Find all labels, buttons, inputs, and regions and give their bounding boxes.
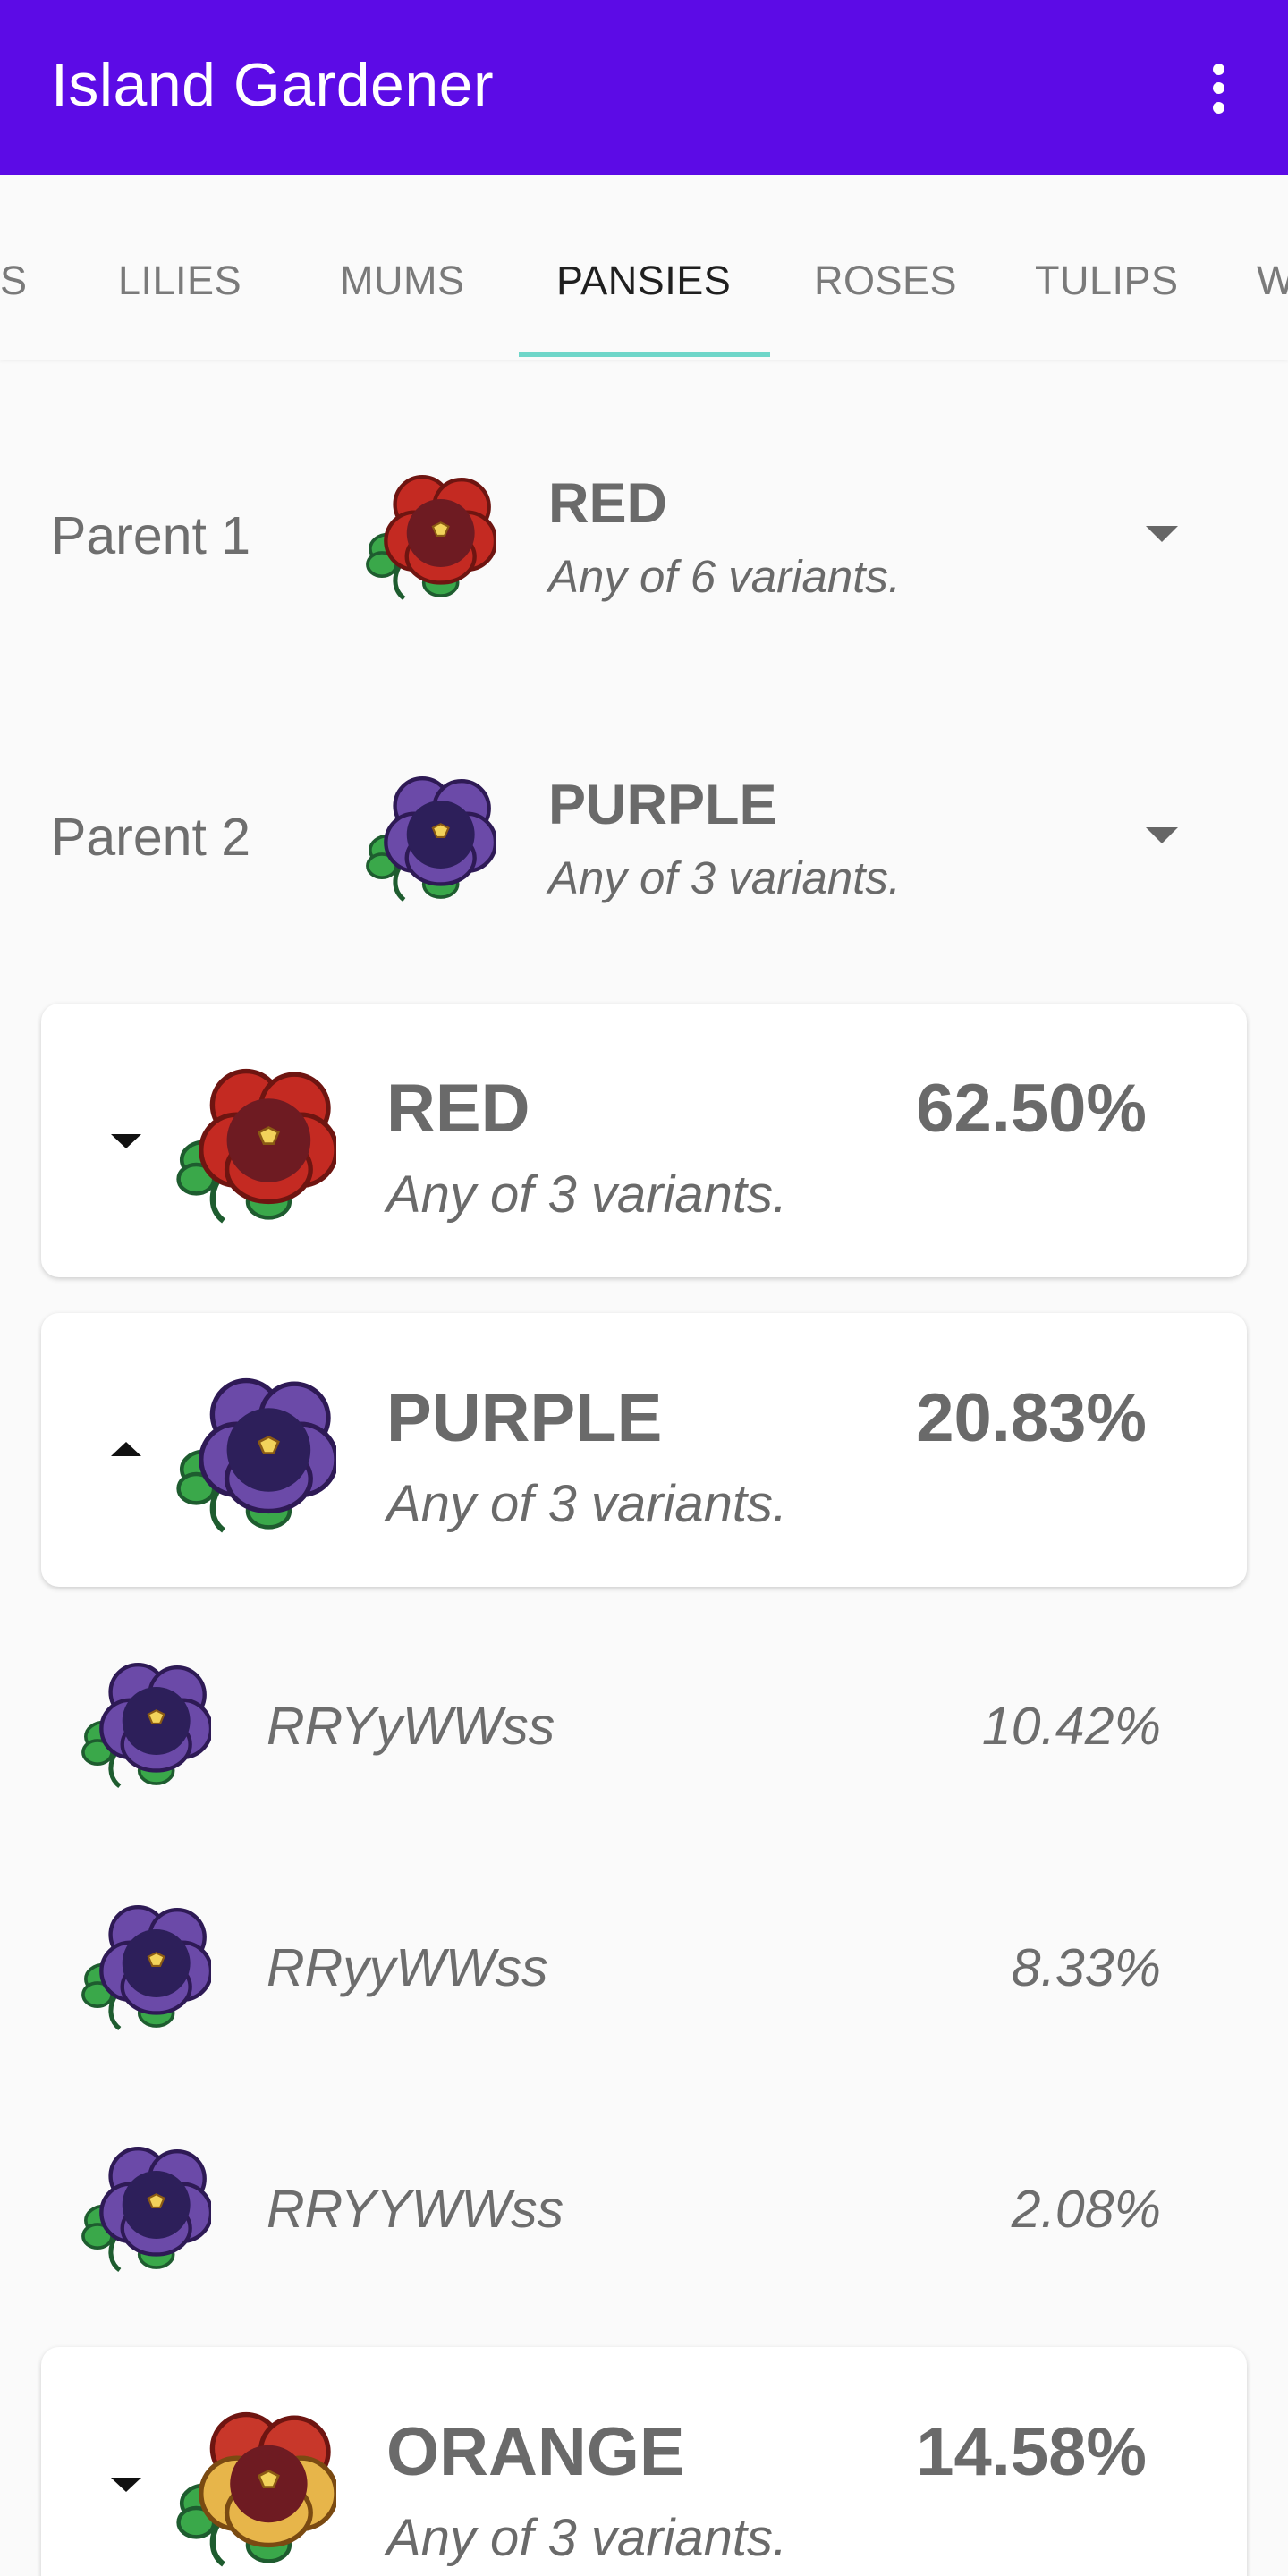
result-color: PURPLE (386, 1380, 663, 1456)
result-variants: Any of 3 variants. (386, 1165, 788, 1224)
parent-2-dropdown-icon[interactable] (1146, 827, 1178, 843)
variant-genes: RRyyWWss (267, 1938, 548, 1997)
tab-s[interactable]: S (0, 258, 28, 304)
tab-tulips[interactable]: TULIPS (1035, 258, 1179, 304)
tab-w[interactable]: W (1257, 258, 1288, 304)
result-card-purple[interactable]: PURPLE Any of 3 variants. 20.83% (41, 1313, 1247, 1587)
result-variants: Any of 3 variants. (386, 1475, 788, 1533)
parent-2-label: Parent 2 (51, 808, 251, 867)
tab-lilies[interactable]: LILIES (118, 258, 242, 304)
expand-icon[interactable] (111, 2478, 141, 2492)
variant-percent: 8.33% (1011, 1938, 1161, 1997)
purple-pansy-icon (365, 767, 496, 902)
variant-genes: RRYyWWss (267, 1697, 555, 1756)
tab-indicator (519, 352, 770, 357)
result-percent: 14.58% (916, 2414, 1147, 2490)
result-percent: 62.50% (916, 1071, 1147, 1147)
purple-pansy-icon (175, 1365, 336, 1535)
result-color: RED (386, 1071, 530, 1147)
tab-pansies[interactable]: PANSIES (556, 258, 731, 304)
red-pansy-icon (365, 465, 496, 601)
overflow-menu-icon[interactable] (1199, 59, 1238, 118)
expand-icon[interactable] (111, 1134, 141, 1148)
variant-genes: RRYYWWss (267, 2180, 564, 2239)
orange-pansy-icon (175, 2399, 336, 2569)
parent-1-color: RED (548, 472, 668, 535)
parent-2-variants: Any of 3 variants. (548, 852, 902, 903)
result-color: ORANGE (386, 2414, 685, 2490)
parent-1-dropdown-icon[interactable] (1146, 526, 1178, 542)
result-card-red[interactable]: RED Any of 3 variants. 62.50% (41, 1004, 1247, 1277)
parent-1-variants: Any of 6 variants. (548, 551, 902, 602)
parent-2-color: PURPLE (548, 774, 777, 836)
app-title: Island Gardener (51, 51, 495, 119)
red-pansy-icon (175, 1055, 336, 1225)
purple-pansy-icon (80, 1653, 211, 1789)
purple-pansy-icon (80, 2137, 211, 2273)
result-variants: Any of 3 variants. (386, 2509, 788, 2567)
result-percent: 20.83% (916, 1380, 1147, 1456)
purple-pansy-icon (80, 1895, 211, 2031)
variant-percent: 10.42% (981, 1697, 1161, 1756)
app-bar: Island Gardener (0, 0, 1288, 175)
collapse-icon[interactable] (111, 1442, 141, 1456)
result-card-orange[interactable]: ORANGE Any of 3 variants. 14.58% (41, 2347, 1247, 2576)
tab-mums[interactable]: MUMS (340, 258, 464, 304)
parent-1-label: Parent 1 (51, 506, 251, 565)
variant-percent: 2.08% (1011, 2180, 1161, 2239)
tab-bar: S LILIES MUMS PANSIES ROSES TULIPS W (0, 175, 1288, 360)
tab-roses[interactable]: ROSES (814, 258, 957, 304)
